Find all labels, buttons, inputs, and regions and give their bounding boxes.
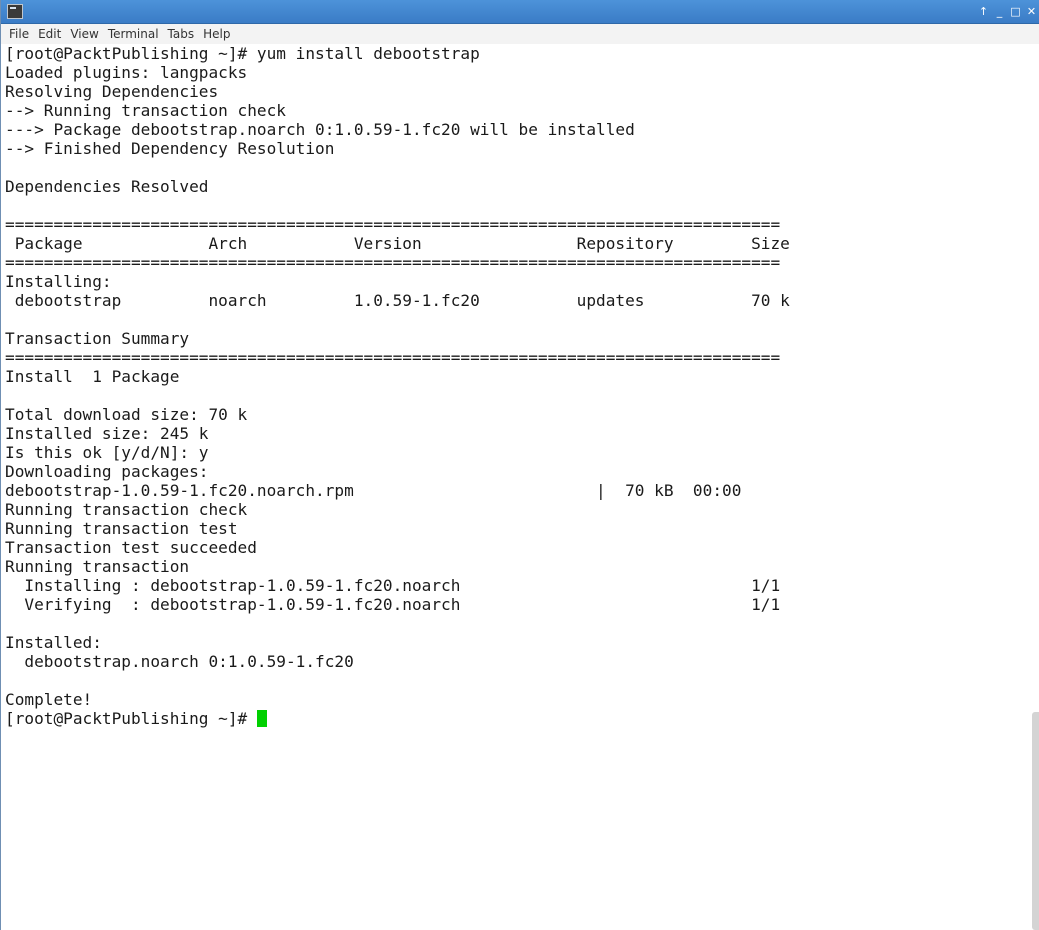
- terminal-output[interactable]: [root@PacktPublishing ~]# yum install de…: [1, 44, 1031, 930]
- terminal-line: Running transaction: [5, 557, 190, 576]
- terminal-line: debootstrap.noarch 0:1.0.59-1.fc20: [5, 652, 354, 671]
- terminal-line: ---> Package debootstrap.noarch 0:1.0.59…: [5, 120, 635, 139]
- terminal-line: Loaded plugins: langpacks: [5, 63, 248, 82]
- terminal-icon: [7, 4, 23, 19]
- maximize-icon[interactable]: □: [1009, 3, 1022, 21]
- scrollbar[interactable]: [1030, 44, 1039, 930]
- text-cursor: [256, 710, 267, 727]
- scrollbar-thumb[interactable]: [1032, 712, 1039, 930]
- window-controls: ↑ _ □ ✕: [977, 3, 1038, 21]
- terminal-line: Dependencies Resolved: [5, 177, 209, 196]
- terminal-line: Installed size: 245 k: [5, 424, 209, 443]
- terminal-line: debootstrap-1.0.59-1.fc20.noarch.rpm | 7…: [5, 481, 742, 500]
- menu-edit[interactable]: Edit: [38, 27, 61, 41]
- terminal-line: Verifying : debootstrap-1.0.59-1.fc20.no…: [5, 595, 781, 614]
- terminal-window: ↑ _ □ ✕ File Edit View Terminal Tabs Hel…: [0, 0, 1039, 930]
- table-separator: ========================================…: [5, 253, 781, 272]
- terminal-line: Installed:: [5, 633, 102, 652]
- terminal-line: [root@PacktPublishing ~]# yum install de…: [5, 44, 480, 63]
- menu-help[interactable]: Help: [203, 27, 230, 41]
- terminal-line: Is this ok [y/d/N]: y: [5, 443, 209, 462]
- terminal-line: Transaction Summary: [5, 329, 190, 348]
- keep-above-icon[interactable]: ↑: [977, 3, 990, 21]
- terminal-line: Downloading packages:: [5, 462, 209, 481]
- prompt-line[interactable]: [root@PacktPublishing ~]#: [5, 709, 1031, 728]
- terminal-line: Running transaction test: [5, 519, 238, 538]
- terminal-line: Transaction test succeeded: [5, 538, 257, 557]
- terminal-line: Resolving Dependencies: [5, 82, 219, 101]
- terminal-line: Install 1 Package: [5, 367, 180, 386]
- title-bar[interactable]: ↑ _ □ ✕: [1, 0, 1039, 24]
- menu-terminal[interactable]: Terminal: [108, 27, 159, 41]
- terminal-line: Running transaction check: [5, 500, 248, 519]
- table-header: Package Arch Version Repository Size: [5, 234, 790, 253]
- terminal-line: --> Running transaction check: [5, 101, 286, 120]
- menu-view[interactable]: View: [70, 27, 98, 41]
- menu-bar: File Edit View Terminal Tabs Help: [1, 24, 1039, 44]
- menu-file[interactable]: File: [9, 27, 29, 41]
- terminal-line: Complete!: [5, 690, 93, 709]
- table-separator: ========================================…: [5, 348, 781, 367]
- table-separator: ========================================…: [5, 215, 781, 234]
- terminal-line: Total download size: 70 k: [5, 405, 248, 424]
- table-row: debootstrap noarch 1.0.59-1.fc20 updates…: [5, 291, 790, 310]
- minimize-icon[interactable]: _: [993, 3, 1006, 21]
- shell-prompt: [root@PacktPublishing ~]#: [5, 709, 257, 728]
- terminal-line: Installing:: [5, 272, 112, 291]
- menu-tabs[interactable]: Tabs: [168, 27, 195, 41]
- terminal-line: Installing : debootstrap-1.0.59-1.fc20.n…: [5, 576, 781, 595]
- close-icon[interactable]: ✕: [1025, 3, 1038, 21]
- terminal-line: --> Finished Dependency Resolution: [5, 139, 335, 158]
